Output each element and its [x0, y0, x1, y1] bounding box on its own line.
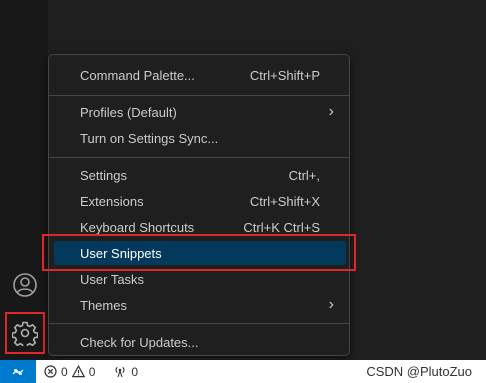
menu-item-label: Command Palette... — [80, 67, 195, 83]
menu-item-shortcut: Ctrl+Shift+P — [249, 67, 320, 83]
warning-count: 0 — [88, 364, 96, 379]
menu-item-shortcut: Ctrl+Shift+X — [249, 193, 320, 209]
menu-item-shortcut: Ctrl+, — [288, 167, 320, 183]
manage-button[interactable] — [5, 313, 45, 353]
menu-separator — [49, 157, 349, 158]
menu-item-settings-sync[interactable]: Turn on Settings Sync... — [54, 126, 346, 150]
menu-item-label: Check for Updates... — [80, 334, 199, 350]
broadcast-icon — [115, 366, 125, 378]
activity-bar — [0, 0, 48, 360]
menu-item-label: User Snippets — [80, 245, 162, 261]
menu-item-keyboard-shortcuts[interactable]: Keyboard Shortcuts Ctrl+K Ctrl+S — [54, 215, 346, 239]
menu-item-check-updates[interactable]: Check for Updates... — [54, 330, 346, 354]
manage-menu: Command Palette... Ctrl+Shift+P Profiles… — [42, 54, 356, 356]
menu-item-command-palette[interactable]: Command Palette... Ctrl+Shift+P — [54, 63, 346, 87]
accounts-button[interactable] — [10, 270, 40, 300]
menu-item-user-snippets[interactable]: User Snippets — [54, 241, 346, 265]
menu-item-label: Settings — [80, 167, 127, 183]
account-icon — [13, 273, 37, 297]
menu-item-label: User Tasks — [80, 271, 145, 287]
menu-item-label: Extensions — [80, 193, 144, 209]
menu-item-profiles[interactable]: Profiles (Default) › — [54, 100, 346, 124]
menu-item-settings[interactable]: Settings Ctrl+, — [54, 163, 346, 187]
menu-item-extensions[interactable]: Extensions Ctrl+Shift+X — [54, 189, 346, 213]
menu-item-user-tasks[interactable]: User Tasks — [54, 267, 346, 291]
watermark-text: CSDN @PlutoZuo — [366, 364, 472, 379]
menu-item-themes[interactable]: Themes › — [54, 293, 346, 317]
menu-item-label: Profiles (Default) — [80, 104, 177, 120]
status-bar: 0 0 0 CSDN @PlutoZuo — [0, 360, 486, 383]
warning-icon — [71, 365, 85, 378]
menu-separator — [49, 95, 349, 96]
menu-item-label: Themes — [80, 297, 127, 313]
gear-icon — [12, 321, 38, 346]
error-count: 0 — [61, 364, 68, 379]
menu-item-label: Turn on Settings Sync... — [80, 130, 219, 146]
remote-indicator[interactable] — [0, 360, 36, 383]
ports-count: 0 — [131, 364, 139, 379]
error-icon — [44, 365, 57, 378]
problems-indicator[interactable]: 0 0 0 — [44, 360, 138, 383]
remote-icon — [12, 368, 24, 375]
chevron-right-icon: › — [328, 296, 334, 313]
menu-separator — [49, 323, 349, 324]
menu-item-label: Keyboard Shortcuts — [80, 219, 195, 235]
chevron-right-icon: › — [328, 103, 334, 120]
menu-item-shortcut: Ctrl+K Ctrl+S — [243, 219, 320, 235]
